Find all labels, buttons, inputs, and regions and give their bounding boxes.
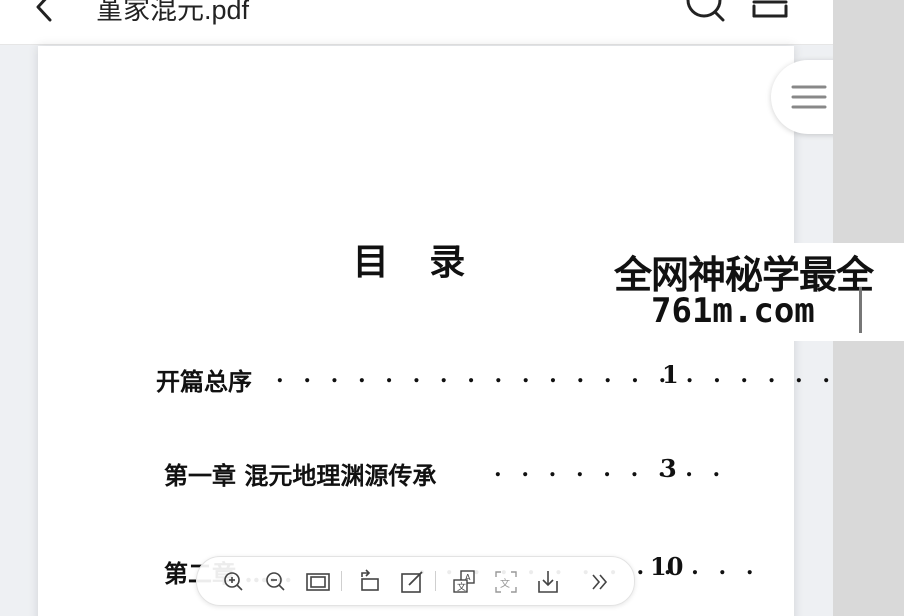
more-button[interactable]: [587, 569, 613, 595]
zoom-out-button[interactable]: [263, 569, 289, 595]
annotate-button[interactable]: [399, 569, 425, 595]
translate-button[interactable]: 文 A: [451, 569, 477, 595]
watermark-overlay: 全网神秘学最全 761m.com: [605, 243, 904, 341]
toc-page-number: 3: [660, 454, 677, 483]
rotate-icon: [361, 569, 379, 591]
toolbar-divider: [341, 571, 342, 591]
zoom-out-icon: [266, 572, 285, 591]
menu-button[interactable]: [748, 0, 790, 22]
menu-icon: [752, 0, 788, 18]
toolbar-divider: [435, 571, 436, 591]
zoom-in-icon: [224, 572, 243, 591]
ocr-icon: 文: [495, 571, 517, 593]
back-button[interactable]: [26, 0, 60, 24]
toc-page-number: 10: [650, 552, 684, 581]
text-caret: [859, 287, 862, 333]
toc-leader-dots: . . . . . . . . .: [494, 456, 727, 482]
download-button[interactable]: [535, 569, 561, 595]
rotate-button[interactable]: [357, 569, 383, 595]
document-title: 堇家混元.pdf: [96, 0, 250, 25]
search-icon: [686, 0, 725, 22]
bottom-toolbar: 文 A 文: [196, 556, 635, 606]
toc-page-number: 1: [662, 360, 679, 389]
svg-text:文: 文: [500, 577, 510, 590]
toc-leader-dots: . . . . . . . . . . . . . . . . . . . . …: [276, 362, 833, 388]
search-button[interactable]: [684, 0, 726, 22]
more-icon: [592, 574, 608, 590]
top-bar: 堇家混元.pdf: [0, 0, 833, 45]
svg-text:文: 文: [457, 581, 466, 593]
list-icon: [791, 85, 827, 109]
ocr-button[interactable]: 文: [493, 569, 519, 595]
fit-page-icon: [306, 573, 330, 591]
download-icon: [538, 571, 558, 593]
zoom-in-button[interactable]: [221, 569, 247, 595]
fit-page-button[interactable]: [305, 569, 331, 595]
toc-entry-label: 开篇总序: [156, 367, 252, 396]
annotate-icon: [401, 571, 423, 593]
svg-text:A: A: [465, 573, 471, 582]
translate-icon: 文 A: [453, 570, 475, 593]
chevron-left-icon: [36, 0, 52, 22]
toc-entry-label: 第一章 混元地理渊源传承: [164, 461, 437, 490]
watermark-url: 761m.com: [651, 291, 815, 331]
